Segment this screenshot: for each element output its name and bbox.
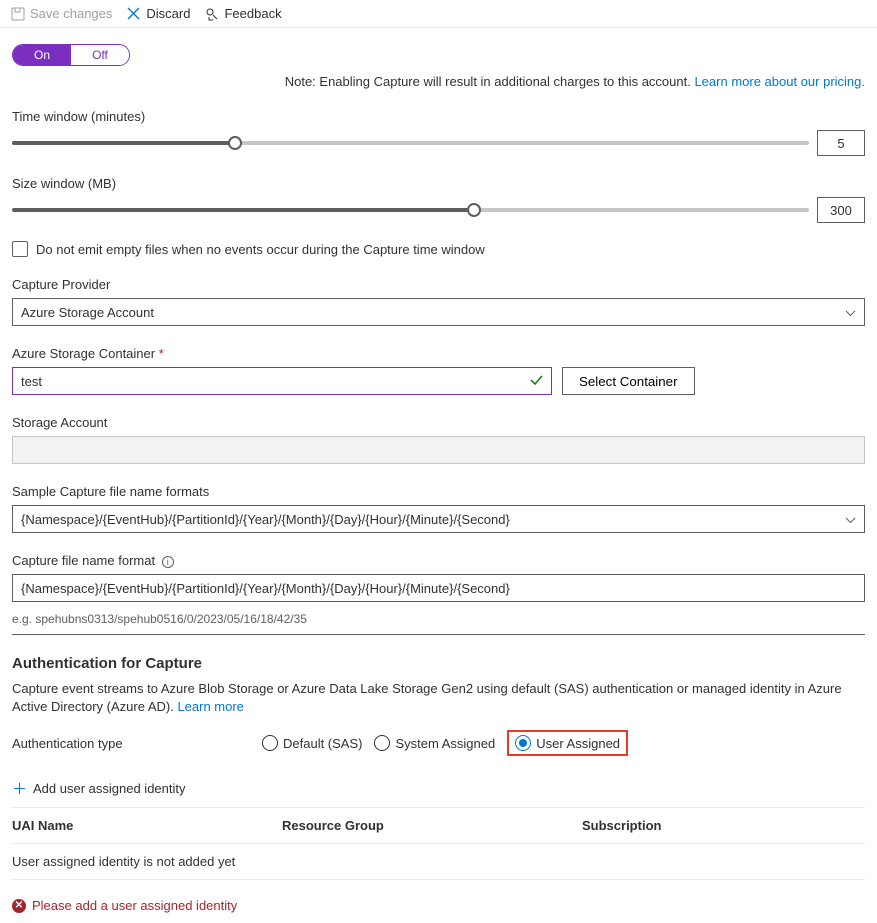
select-container-button[interactable]: Select Container <box>562 367 695 395</box>
capture-provider-value: Azure Storage Account <box>21 305 154 320</box>
file-format-example: e.g. spehubns0313/spehub0516/0/2023/05/1… <box>12 612 865 626</box>
add-user-label: Add user assigned identity <box>33 781 185 796</box>
storage-container-value: test <box>21 374 42 389</box>
empty-message: User assigned identity is not added yet <box>12 854 235 869</box>
file-format-value: {Namespace}/{EventHub}/{PartitionId}/{Ye… <box>21 581 510 596</box>
storage-container-label: Azure Storage Container * <box>12 346 865 361</box>
save-icon <box>10 6 25 21</box>
radio-label: User Assigned <box>536 736 620 751</box>
radio-label: System Assigned <box>395 736 495 751</box>
col-uai-name: UAI Name <box>12 818 282 833</box>
save-label: Save changes <box>30 6 112 21</box>
toolbar: Save changes Discard Feedback <box>0 0 877 28</box>
add-user-identity-button[interactable]: ＋ Add user assigned identity <box>12 778 865 808</box>
identity-table-empty-row: User assigned identity is not added yet <box>12 844 865 880</box>
col-resource-group: Resource Group <box>282 818 582 833</box>
checkmark-icon <box>530 374 543 389</box>
toggle-off[interactable]: Off <box>71 45 129 65</box>
auth-section-title: Authentication for Capture <box>12 655 865 672</box>
save-button: Save changes <box>10 6 112 21</box>
emit-empty-label: Do not emit empty files when no events o… <box>36 242 485 257</box>
radio-user-assigned[interactable]: User Assigned <box>515 735 620 751</box>
divider <box>12 634 865 635</box>
file-format-input[interactable]: {Namespace}/{EventHub}/{PartitionId}/{Ye… <box>12 574 865 602</box>
discard-label: Discard <box>146 6 190 21</box>
auth-type-radio-group: Default (SAS) System Assigned User Assig… <box>262 730 628 756</box>
feedback-icon <box>204 6 219 21</box>
time-window-slider[interactable] <box>12 133 809 153</box>
capture-toggle[interactable]: On Off <box>12 44 130 66</box>
capture-provider-dropdown[interactable]: Azure Storage Account <box>12 298 865 326</box>
storage-account-input <box>12 436 865 464</box>
sample-formats-label: Sample Capture file name formats <box>12 484 865 499</box>
close-icon <box>126 6 141 21</box>
size-window-value[interactable]: 300 <box>817 197 865 223</box>
auth-description: Capture event streams to Azure Blob Stor… <box>12 680 865 716</box>
slider-thumb[interactable] <box>467 203 481 217</box>
radio-system-assigned[interactable]: System Assigned <box>374 735 495 751</box>
file-format-label: Capture file name format i <box>12 553 865 568</box>
pricing-note: Note: Enabling Capture will result in ad… <box>12 74 865 89</box>
auth-learn-more-link[interactable]: Learn more <box>177 699 243 714</box>
capture-provider-label: Capture Provider <box>12 277 865 292</box>
auth-type-label: Authentication type <box>12 736 262 751</box>
highlight-box: User Assigned <box>507 730 628 756</box>
error-text: Please add a user assigned identity <box>32 898 237 913</box>
plus-icon: ＋ <box>12 778 27 799</box>
info-icon[interactable]: i <box>162 556 174 568</box>
identity-table-header: UAI Name Resource Group Subscription <box>12 808 865 844</box>
pricing-link[interactable]: Learn more about our pricing. <box>694 74 865 89</box>
size-window-slider[interactable] <box>12 200 809 220</box>
col-subscription: Subscription <box>582 818 865 833</box>
chevron-down-icon <box>845 305 856 320</box>
sample-formats-dropdown[interactable]: {Namespace}/{EventHub}/{PartitionId}/{Ye… <box>12 505 865 533</box>
note-text: Note: Enabling Capture will result in ad… <box>285 74 695 89</box>
time-window-value[interactable]: 5 <box>817 130 865 156</box>
sample-formats-value: {Namespace}/{EventHub}/{PartitionId}/{Ye… <box>21 512 510 527</box>
feedback-label: Feedback <box>224 6 281 21</box>
feedback-button[interactable]: Feedback <box>204 6 281 21</box>
toggle-on[interactable]: On <box>13 45 71 65</box>
storage-account-label: Storage Account <box>12 415 865 430</box>
radio-default-sas[interactable]: Default (SAS) <box>262 735 362 751</box>
error-message: ✕ Please add a user assigned identity <box>12 898 865 913</box>
discard-button[interactable]: Discard <box>126 6 190 21</box>
slider-thumb[interactable] <box>228 136 242 150</box>
chevron-down-icon <box>845 512 856 527</box>
time-window-label: Time window (minutes) <box>12 109 865 124</box>
storage-container-input[interactable]: test <box>12 367 552 395</box>
error-icon: ✕ <box>12 899 26 913</box>
radio-label: Default (SAS) <box>283 736 362 751</box>
emit-empty-checkbox[interactable] <box>12 241 28 257</box>
size-window-label: Size window (MB) <box>12 176 865 191</box>
